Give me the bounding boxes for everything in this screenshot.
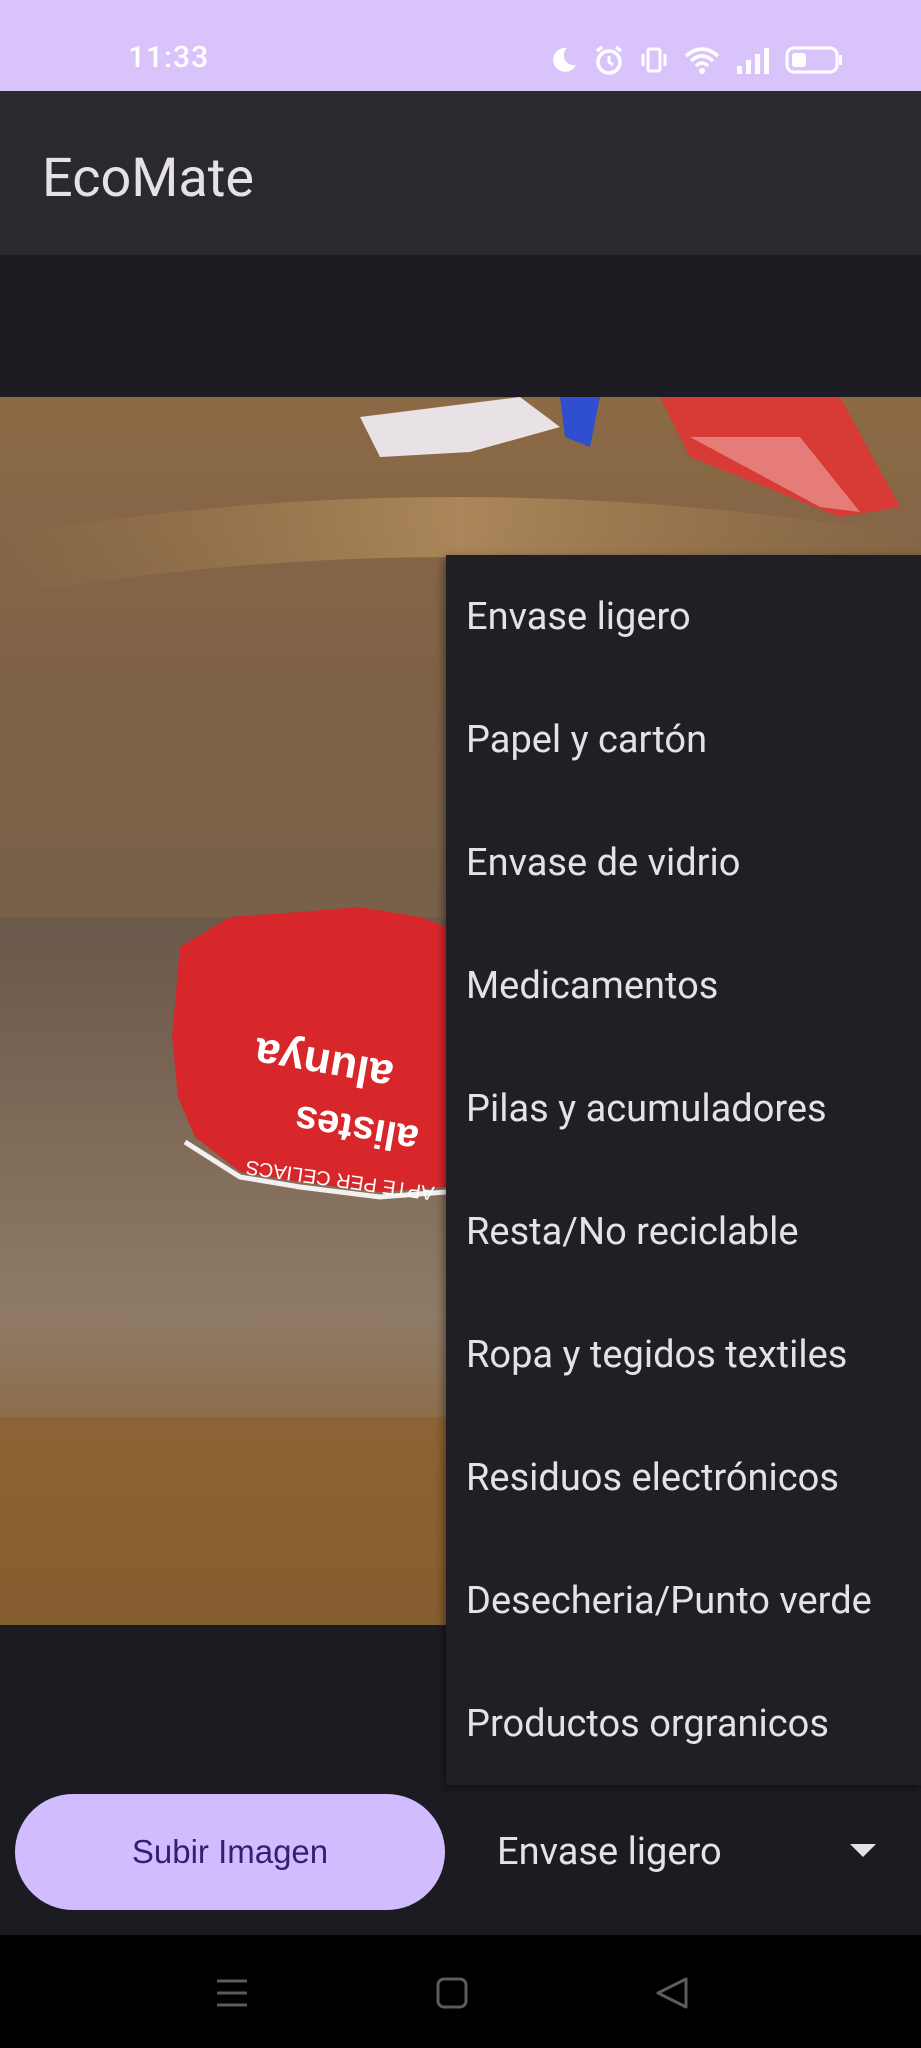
upload-image-button[interactable]: Subir Imagen (15, 1794, 445, 1910)
category-select[interactable]: Envase ligero (478, 1794, 898, 1910)
menu-icon[interactable] (202, 1963, 262, 2023)
back-icon[interactable] (642, 1963, 702, 2023)
vibrate-icon (639, 45, 669, 79)
app-bar: EcoMate (0, 91, 921, 255)
category-select-value: Envase ligero (497, 1830, 722, 1874)
menu-item-resta[interactable]: Resta/No reciclable (446, 1170, 921, 1293)
menu-item-punto-verde[interactable]: Desecheria/Punto verde (446, 1539, 921, 1662)
dropdown-arrow-icon[interactable] (850, 1844, 876, 1857)
status-time: 11:33 (128, 40, 210, 75)
system-nav-bar (0, 1935, 921, 2048)
menu-item-organicos[interactable]: Productos orgranicos (446, 1662, 921, 1785)
status-icons (549, 44, 843, 80)
menu-item-medicamentos[interactable]: Medicamentos (446, 924, 921, 1047)
content-spacer (0, 255, 921, 397)
menu-item-envase-vidrio[interactable]: Envase de vidrio (446, 801, 921, 924)
alarm-icon (593, 44, 625, 80)
wifi-icon (683, 45, 721, 79)
category-dropdown-menu: Envase ligero Papel y cartón Envase de v… (446, 555, 921, 1785)
signal-icon (735, 46, 771, 78)
menu-item-papel-carton[interactable]: Papel y cartón (446, 678, 921, 801)
status-bar: 11:33 (0, 0, 921, 91)
app-title: EcoMate (42, 147, 255, 210)
home-icon[interactable] (422, 1963, 482, 2023)
menu-item-residuos-electronicos[interactable]: Residuos electrónicos (446, 1416, 921, 1539)
menu-item-envase-ligero[interactable]: Envase ligero (446, 555, 921, 678)
menu-item-ropa[interactable]: Ropa y tegidos textiles (446, 1293, 921, 1416)
menu-item-pilas[interactable]: Pilas y acumuladores (446, 1047, 921, 1170)
battery-icon (785, 46, 843, 78)
moon-icon (549, 45, 579, 79)
